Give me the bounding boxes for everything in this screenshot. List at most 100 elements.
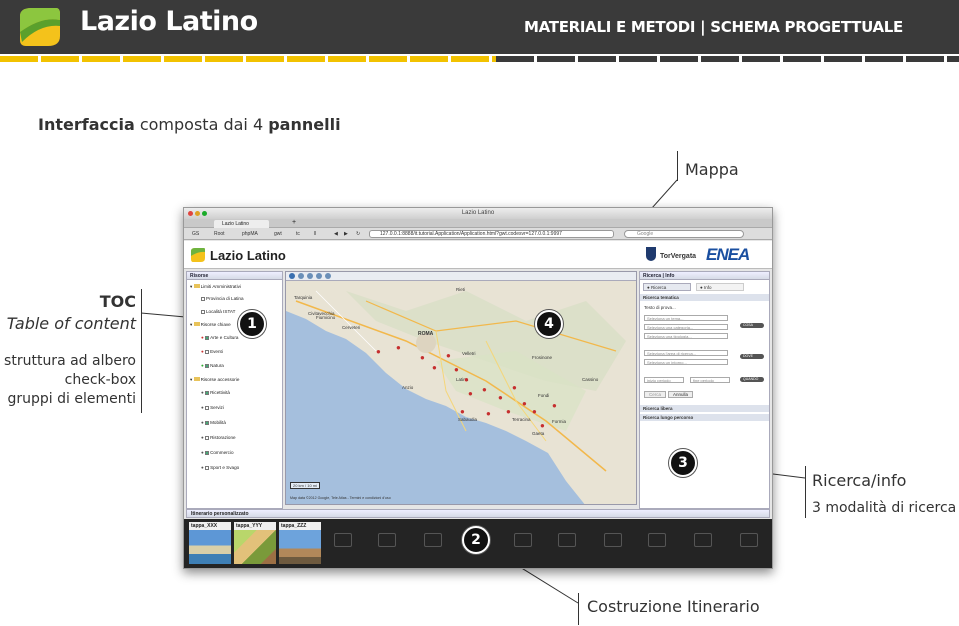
- cancel-button[interactable]: Annulla: [668, 391, 694, 398]
- map-marker[interactable]: ●: [486, 409, 491, 418]
- select-type[interactable]: Seleziona una tipologia...: [644, 333, 728, 339]
- map-marker[interactable]: ●: [468, 389, 473, 398]
- forward-icon[interactable]: ▶: [344, 228, 348, 240]
- map-tool-info-icon[interactable]: [325, 273, 331, 279]
- map-place-fiumicino: Fiumicino: [316, 315, 336, 320]
- minimize-window-icon[interactable]: [195, 211, 200, 216]
- toc-item-sport[interactable]: ● Sport e Svago: [201, 465, 239, 470]
- map-marker[interactable]: ●: [454, 365, 459, 374]
- toc-item-localita[interactable]: Località ISTAT: [201, 309, 235, 314]
- toggle-dove[interactable]: DOVE: [740, 354, 764, 359]
- map-place-rieti: Rieti: [456, 287, 466, 292]
- toc-item-ristorazione[interactable]: ● Ristorazione: [201, 435, 236, 440]
- map-place-sabaudia: Sabaudia: [458, 417, 478, 422]
- lazio-latino-logo: [20, 8, 60, 46]
- tab-info[interactable]: ● Info: [696, 283, 744, 291]
- toc-item-natura[interactable]: ● Natura: [201, 363, 224, 368]
- badge-itinerary: 2: [462, 526, 490, 554]
- toc-item-risorse-accessorie[interactable]: ▾ Risorse accessorie: [190, 377, 239, 383]
- select-theme[interactable]: Seleziona un tema...: [644, 315, 728, 321]
- toc-item-limiti-label: Limiti Amministrativi: [200, 284, 241, 289]
- close-window-icon[interactable]: [188, 211, 193, 216]
- map-tool-pan-icon[interactable]: [316, 273, 322, 279]
- map-marker[interactable]: ●: [498, 393, 503, 402]
- map-marker[interactable]: ●: [552, 401, 557, 410]
- toc-item-commercio[interactable]: ● Commercio: [201, 450, 234, 455]
- itinerary-stop-1[interactable]: tappa_XXX: [189, 522, 231, 564]
- map-tool-zoom-in-icon[interactable]: [298, 273, 304, 279]
- toc-item-eventi-label: Eventi: [210, 349, 223, 354]
- map-canvas[interactable]: Tarquinia Civitavecchia Cerveteri Fiumic…: [286, 281, 636, 504]
- search-button[interactable]: Cerca: [644, 391, 667, 398]
- map-tool-zoom-out-icon[interactable]: [307, 273, 313, 279]
- section-ricerca-libera[interactable]: Ricerca libera: [640, 405, 769, 412]
- map-panel: Tarquinia Civitavecchia Cerveteri Fiumic…: [285, 271, 637, 505]
- label-toc-line-2: check-box: [64, 372, 136, 388]
- select-around[interactable]: Seleziona un intorno...: [644, 359, 728, 365]
- map-marker[interactable]: ●: [506, 407, 511, 416]
- map-place-frosinone: Frosinone: [532, 355, 553, 360]
- toc-item-mobilita[interactable]: ● Mobilità: [201, 420, 226, 425]
- bookmark-ll[interactable]: ll: [314, 228, 316, 240]
- bookmark-tc[interactable]: tc: [296, 228, 300, 240]
- line-toc-vertical: [141, 289, 142, 413]
- url-field[interactable]: 127.0.0.1:8888/it.tutorial.Application/A…: [369, 230, 614, 238]
- itinerary-stop-3-label: tappa_ZZZ: [279, 522, 321, 530]
- intro-text: Interfaccia composta dai 4 pannelli: [38, 115, 341, 134]
- toc-panel: Risorse ▾ Limiti Amministrativi Provinci…: [186, 271, 283, 509]
- itinerary-stop-2[interactable]: tappa_YYY: [234, 522, 276, 564]
- map-marker[interactable]: ●: [460, 407, 465, 416]
- map-marker[interactable]: ●: [512, 383, 517, 392]
- map-tool-globe-icon[interactable]: [289, 273, 295, 279]
- section-ricerca-tematica[interactable]: Ricerca tematica: [640, 294, 769, 301]
- new-tab-icon[interactable]: +: [292, 219, 296, 227]
- itinerary-stop-2-image: [234, 530, 276, 564]
- back-icon[interactable]: ◀: [334, 228, 338, 240]
- reload-icon[interactable]: ↻: [356, 228, 360, 240]
- toggle-cosa[interactable]: COSA: [740, 323, 764, 328]
- section-ricerca-percorso[interactable]: Ricerca lungo percorso: [640, 414, 769, 421]
- select-area[interactable]: Seleziona l'area di ricerca...: [644, 350, 728, 356]
- map-marker[interactable]: ●: [540, 421, 545, 430]
- toc-item-sport-label: Sport e Svago: [210, 465, 240, 470]
- empty-slot-icon: [558, 533, 576, 547]
- itinerary-stop-3[interactable]: tappa_ZZZ: [279, 522, 321, 564]
- label-toc-line-3: gruppi di elementi: [7, 391, 136, 407]
- select-category[interactable]: Seleziona una categoria...: [644, 324, 728, 330]
- tab-ricerca[interactable]: ● Ricerca: [643, 283, 691, 291]
- toc-item-eventi[interactable]: ● Eventi: [201, 349, 223, 354]
- app-screenshot: Lazio Latino Lazio Latino + GS Root phpM…: [183, 207, 773, 569]
- bookmark-gs[interactable]: GS: [192, 228, 199, 240]
- app-logo-icon: [191, 248, 205, 262]
- badge-map: 4: [535, 310, 563, 338]
- tab-ricerca-label: Ricerca: [650, 285, 667, 290]
- search-text-label[interactable]: Testo di prova...: [644, 305, 676, 310]
- toc-item-servizi[interactable]: ● Servizi: [201, 405, 224, 410]
- end-period-field[interactable]: fine periodo: [690, 377, 730, 383]
- start-period-field[interactable]: inizio periodo: [644, 377, 684, 383]
- map-marker[interactable]: ●: [532, 407, 537, 416]
- map-marker[interactable]: ●: [522, 399, 527, 408]
- map-marker[interactable]: ●: [446, 351, 451, 360]
- bookmark-gwt[interactable]: gwt: [274, 228, 282, 240]
- toc-item-arte[interactable]: ● Arte e Cultura: [201, 335, 238, 340]
- browser-tab[interactable]: Lazio Latino: [214, 220, 269, 228]
- map-marker[interactable]: ●: [420, 353, 425, 362]
- toc-item-natura-label: Natura: [210, 363, 224, 368]
- map-marker[interactable]: ●: [396, 343, 401, 352]
- toc-item-risorse-chiave[interactable]: ▾ Risorse chiave: [190, 322, 231, 328]
- maximize-window-icon[interactable]: [202, 211, 207, 216]
- bookmark-root[interactable]: Root: [214, 228, 225, 240]
- search-field[interactable]: Google: [624, 230, 744, 238]
- map-marker[interactable]: ●: [376, 347, 381, 356]
- map-marker[interactable]: ●: [464, 375, 469, 384]
- map-marker[interactable]: ●: [432, 363, 437, 372]
- empty-slot-icon: [604, 533, 622, 547]
- map-marker[interactable]: ●: [482, 385, 487, 394]
- toc-item-ricettivita[interactable]: ● Ricettività: [201, 390, 230, 395]
- intro-strong-1: Interfaccia: [38, 115, 135, 134]
- toggle-quando[interactable]: QUANDO: [740, 377, 764, 382]
- bookmark-phpma[interactable]: phpMA: [242, 228, 258, 240]
- toc-item-provincia[interactable]: Provincia di Latina: [201, 296, 244, 301]
- toc-item-limiti[interactable]: ▾ Limiti Amministrativi: [190, 284, 241, 290]
